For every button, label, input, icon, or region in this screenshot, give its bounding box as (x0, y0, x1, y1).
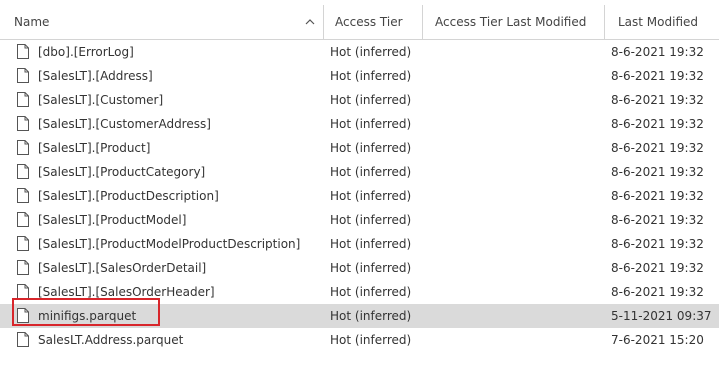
last-modified-value: 7-6-2021 15:20 (611, 333, 704, 347)
blob-file-list: Name Access Tier Access Tier Last Modifi… (0, 0, 719, 372)
access-tier-value: Hot (inferred) (330, 285, 412, 299)
last-modified-value: 8-6-2021 19:32 (611, 93, 704, 107)
last-modified-value: 8-6-2021 19:32 (611, 189, 704, 203)
file-name: [SalesLT].[Address] (38, 69, 153, 83)
access-tier-value: Hot (inferred) (330, 45, 412, 59)
file-icon (17, 260, 29, 275)
table-row[interactable]: [SalesLT].[Customer] Hot (inferred) 8-6-… (0, 88, 719, 112)
file-icon (17, 284, 29, 299)
access-tier-value: Hot (inferred) (330, 261, 412, 275)
access-tier-value: Hot (inferred) (330, 93, 412, 107)
table-row[interactable]: [SalesLT].[ProductDescription] Hot (infe… (0, 184, 719, 208)
access-tier-value: Hot (inferred) (330, 333, 412, 347)
file-icon (17, 212, 29, 227)
file-icon (17, 188, 29, 203)
last-modified-value: 8-6-2021 19:32 (611, 261, 704, 275)
access-tier-value: Hot (inferred) (330, 309, 412, 323)
access-tier-value: Hot (inferred) (330, 213, 412, 227)
table-row[interactable]: [SalesLT].[ProductModel] Hot (inferred) … (0, 208, 719, 232)
table-row-selected[interactable]: minifigs.parquet Hot (inferred) 5-11-202… (0, 304, 719, 328)
access-tier-value: Hot (inferred) (330, 165, 412, 179)
last-modified-value: 8-6-2021 19:32 (611, 165, 704, 179)
file-name: minifigs.parquet (38, 309, 137, 323)
file-icon (17, 236, 29, 251)
table-row[interactable]: [SalesLT].[SalesOrderDetail] Hot (inferr… (0, 256, 719, 280)
file-name: [SalesLT].[SalesOrderHeader] (38, 285, 215, 299)
file-name: [SalesLT].[CustomerAddress] (38, 117, 211, 131)
file-icon (17, 164, 29, 179)
column-header-name-label: Name (14, 15, 50, 29)
column-header-access-tier-last-modified-label: Access Tier Last Modified (435, 15, 587, 29)
file-name: [SalesLT].[ProductDescription] (38, 189, 219, 203)
last-modified-value: 8-6-2021 19:32 (611, 45, 704, 59)
table-row[interactable]: [SalesLT].[Address] Hot (inferred) 8-6-2… (0, 64, 719, 88)
access-tier-value: Hot (inferred) (330, 189, 412, 203)
last-modified-value: 8-6-2021 19:32 (611, 117, 704, 131)
access-tier-value: Hot (inferred) (330, 117, 412, 131)
column-header-access-tier-label: Access Tier (335, 15, 403, 29)
last-modified-value: 5-11-2021 09:37 (611, 309, 712, 323)
file-list-rows: [dbo].[ErrorLog] Hot (inferred) 8-6-2021… (0, 40, 719, 352)
file-icon (17, 44, 29, 59)
file-name: [SalesLT].[Product] (38, 141, 151, 155)
access-tier-value: Hot (inferred) (330, 237, 412, 251)
file-name: [SalesLT].[ProductCategory] (38, 165, 206, 179)
column-header-access-tier[interactable]: Access Tier (323, 5, 422, 40)
file-name: [SalesLT].[ProductModelProductDescriptio… (38, 237, 301, 251)
file-icon (17, 92, 29, 107)
column-header-name[interactable]: Name (0, 5, 323, 40)
last-modified-value: 8-6-2021 19:32 (611, 69, 704, 83)
file-icon (17, 68, 29, 83)
table-row[interactable]: [SalesLT].[ProductCategory] Hot (inferre… (0, 160, 719, 184)
table-row[interactable]: [dbo].[ErrorLog] Hot (inferred) 8-6-2021… (0, 40, 719, 64)
file-icon (17, 140, 29, 155)
access-tier-value: Hot (inferred) (330, 69, 412, 83)
file-icon (17, 332, 29, 347)
file-icon (17, 308, 29, 323)
access-tier-value: Hot (inferred) (330, 141, 412, 155)
table-row[interactable]: SalesLT.Address.parquet Hot (inferred) 7… (0, 328, 719, 352)
last-modified-value: 8-6-2021 19:32 (611, 141, 704, 155)
file-name: [dbo].[ErrorLog] (38, 45, 134, 59)
file-name: SalesLT.Address.parquet (38, 333, 184, 347)
last-modified-value: 8-6-2021 19:32 (611, 237, 704, 251)
file-name: [SalesLT].[ProductModel] (38, 213, 187, 227)
last-modified-value: 8-6-2021 19:32 (611, 285, 704, 299)
column-header-last-modified[interactable]: Last Modified (604, 5, 719, 40)
last-modified-value: 8-6-2021 19:32 (611, 213, 704, 227)
table-row[interactable]: [SalesLT].[SalesOrderHeader] Hot (inferr… (0, 280, 719, 304)
table-row[interactable]: [SalesLT].[Product] Hot (inferred) 8-6-2… (0, 136, 719, 160)
column-header-row: Name Access Tier Access Tier Last Modifi… (0, 5, 719, 40)
file-name: [SalesLT].[Customer] (38, 93, 164, 107)
table-row[interactable]: [SalesLT].[CustomerAddress] Hot (inferre… (0, 112, 719, 136)
chevron-up-icon (305, 19, 315, 25)
file-name: [SalesLT].[SalesOrderDetail] (38, 261, 207, 275)
column-header-last-modified-label: Last Modified (618, 15, 699, 29)
table-row[interactable]: [SalesLT].[ProductModelProductDescriptio… (0, 232, 719, 256)
file-icon (17, 116, 29, 131)
column-header-access-tier-last-modified[interactable]: Access Tier Last Modified (422, 5, 604, 40)
